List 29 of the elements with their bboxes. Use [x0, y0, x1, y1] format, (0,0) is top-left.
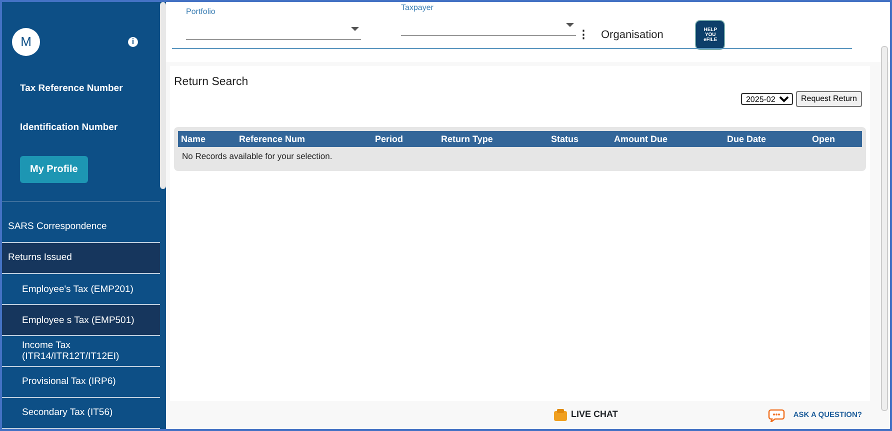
- field-label: Portfolio: [186, 6, 216, 18]
- nav-item[interactable]: Secondary Tax (IT56): [2, 398, 160, 429]
- period-select[interactable]: 2025-02: [740, 93, 793, 106]
- avatar: M: [12, 28, 40, 56]
- nav-item[interactable]: Provisional Tax (IRP6): [2, 367, 160, 398]
- section-title: Return Search: [174, 75, 250, 90]
- nav-item[interactable]: Returns Issued: [2, 243, 160, 274]
- column-header: Return Type: [440, 132, 494, 146]
- column-header: Due Date: [726, 132, 768, 146]
- scrollbar[interactable]: [881, 46, 888, 411]
- nav-item[interactable]: Employee s Tax (EMP501): [2, 305, 160, 336]
- field-label: Taxpayer: [401, 2, 434, 14]
- speech-bubble-icon[interactable]: [768, 408, 786, 422]
- nav-item[interactable]: Income Tax (ITR14/ITR12T/IT12EI): [2, 336, 160, 368]
- empty-message: No Records available for your selection.: [181, 150, 334, 164]
- scrollbar[interactable]: [160, 2, 166, 189]
- column-header: Reference Num: [238, 132, 306, 146]
- info-label: Tax Reference Number: [20, 82, 124, 96]
- organisation-label: Organisation: [601, 28, 664, 43]
- live-chat-link[interactable]: LIVE CHAT: [571, 408, 618, 422]
- column-header: Period: [374, 132, 404, 146]
- column-header: Name: [180, 132, 207, 146]
- column-header: Status: [550, 132, 580, 146]
- column-header: Open: [811, 132, 836, 146]
- info-icon[interactable]: i: [128, 37, 138, 47]
- info-label: Identification Number: [20, 121, 119, 136]
- request-return-button[interactable]: Request Return: [796, 91, 862, 108]
- column-header: Amount Due: [613, 132, 668, 146]
- kebab-menu-icon[interactable]: ⋮: [578, 26, 589, 44]
